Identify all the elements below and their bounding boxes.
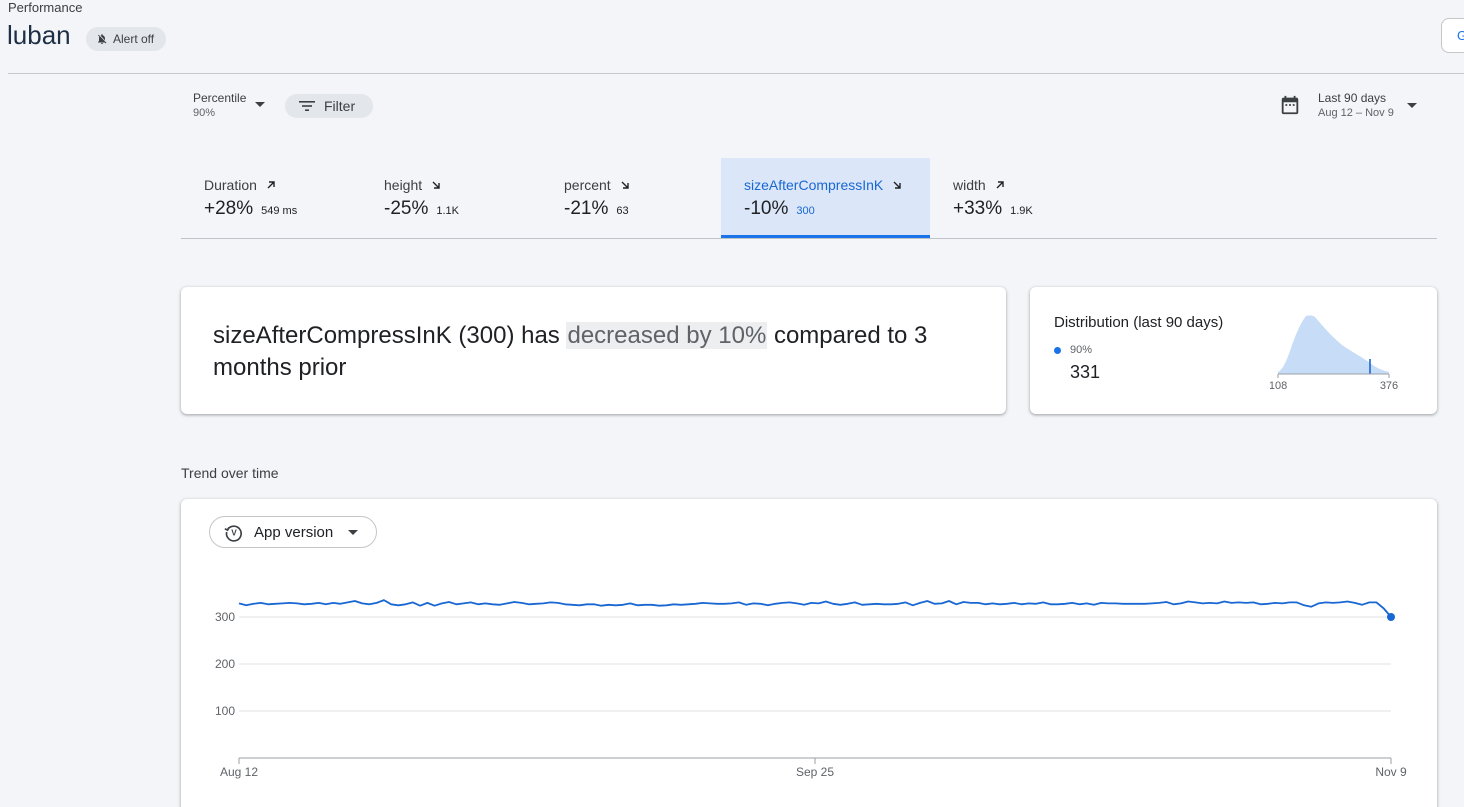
summary-prefix: sizeAfterCompressInK (300) has [213, 322, 567, 349]
tab-change: -10% [744, 198, 789, 219]
tab-value: 549 ms [261, 205, 298, 217]
summary-highlight: decreased by 10% [566, 322, 768, 349]
tab-change: -25% [384, 198, 429, 219]
chevron-down-icon [1407, 103, 1417, 108]
tab-value: 300 [796, 205, 815, 217]
header-divider [8, 73, 1464, 74]
series-endpoint [1387, 613, 1395, 621]
filter-label: Filter [324, 98, 356, 114]
trend-line-chart: 100 200 300 Aug 12 Sep 25 Nov 9 [215, 599, 1407, 779]
tab-duration[interactable]: Duration +28% 549 ms [181, 158, 361, 238]
tab-change: -21% [564, 198, 609, 219]
calendar-icon [1281, 95, 1299, 115]
chevron-down-icon[interactable] [255, 102, 265, 107]
distribution-title: Distribution (last 90 days) [1054, 314, 1224, 331]
legend-dot [1054, 347, 1061, 354]
tab-height[interactable]: height -25% 1.1K [361, 158, 541, 238]
distribution-card: Distribution (last 90 days) 90% 331 108 … [1030, 287, 1437, 414]
header-action-button[interactable]: G [1441, 18, 1464, 53]
tab-width[interactable]: width +33% 1.9K [930, 158, 1110, 238]
date-range-selector[interactable]: Last 90 days Aug 12 – Nov 9 [1279, 91, 1424, 121]
percentile-selector[interactable]: Percentile 90% [193, 91, 246, 121]
trend-card: V App version 100 200 300 Aug 12 Sep 25 Nov 9 [181, 499, 1437, 807]
tab-name: sizeAfterCompressInK [744, 177, 884, 193]
arrow-down-right-icon [893, 181, 901, 189]
app-header: Performance luban Alert off G [0, 0, 1464, 74]
alert-status-badge[interactable]: Alert off [86, 27, 167, 51]
tab-value: 63 [616, 205, 629, 217]
y-tick-label: 300 [215, 610, 235, 624]
metric-tabs: Duration +28% 549 ms height -25% 1.1K perc… [181, 158, 1437, 239]
distribution-histogram: 108 376 [1270, 315, 1398, 392]
y-tick-label: 200 [215, 657, 235, 671]
distribution-area [1278, 315, 1389, 374]
date-range-label: Last 90 days [1318, 91, 1387, 105]
alert-badge-label: Alert off [113, 32, 155, 46]
trend-section-label: Trend over time [181, 465, 279, 481]
tab-value: 1.1K [436, 205, 459, 217]
percentile-label: Percentile [193, 91, 247, 105]
series-line [238, 599, 1392, 618]
arrow-up-right-icon [996, 181, 1004, 189]
tab-name: width [953, 177, 986, 193]
filter-button[interactable]: Filter [285, 94, 373, 118]
tab-value: 1.9K [1010, 205, 1033, 217]
filter-icon [299, 101, 315, 111]
tab-name: percent [564, 177, 611, 193]
distribution-value: 331 [1070, 362, 1101, 382]
percentile-value: 90% [193, 107, 216, 119]
date-range-value: Aug 12 – Nov 9 [1318, 107, 1394, 119]
tab-name: height [384, 177, 423, 193]
summary-card: sizeAfterCompressInK (300) has decreased… [181, 287, 1006, 414]
x-tick-label: Nov 9 [1375, 765, 1407, 779]
tab-percent[interactable]: percent -21% 63 [541, 158, 721, 238]
arrow-up-right-icon [267, 181, 275, 189]
arrow-down-right-icon [621, 181, 629, 189]
x-tick-label: Sep 25 [796, 765, 834, 779]
arrow-down-right-icon [432, 181, 440, 189]
x-tick-label: Aug 12 [220, 765, 258, 779]
page-title: luban [7, 20, 71, 50]
distribution-min-label: 108 [1270, 380, 1287, 392]
summary-text: sizeAfterCompressInK (300) has decreased… [213, 320, 983, 384]
distribution-max-label: 376 [1380, 380, 1398, 392]
distribution-percentile: 90% [1070, 344, 1093, 356]
y-tick-label: 100 [215, 704, 235, 718]
bell-off-icon [98, 34, 107, 44]
tab-change: +28% [204, 198, 254, 219]
tab-change: +33% [953, 198, 1003, 219]
tab-sizeaftercompressink[interactable]: sizeAfterCompressInK -10% 300 [721, 158, 930, 238]
tab-name: Duration [204, 177, 257, 193]
breadcrumb[interactable]: Performance [8, 0, 82, 15]
